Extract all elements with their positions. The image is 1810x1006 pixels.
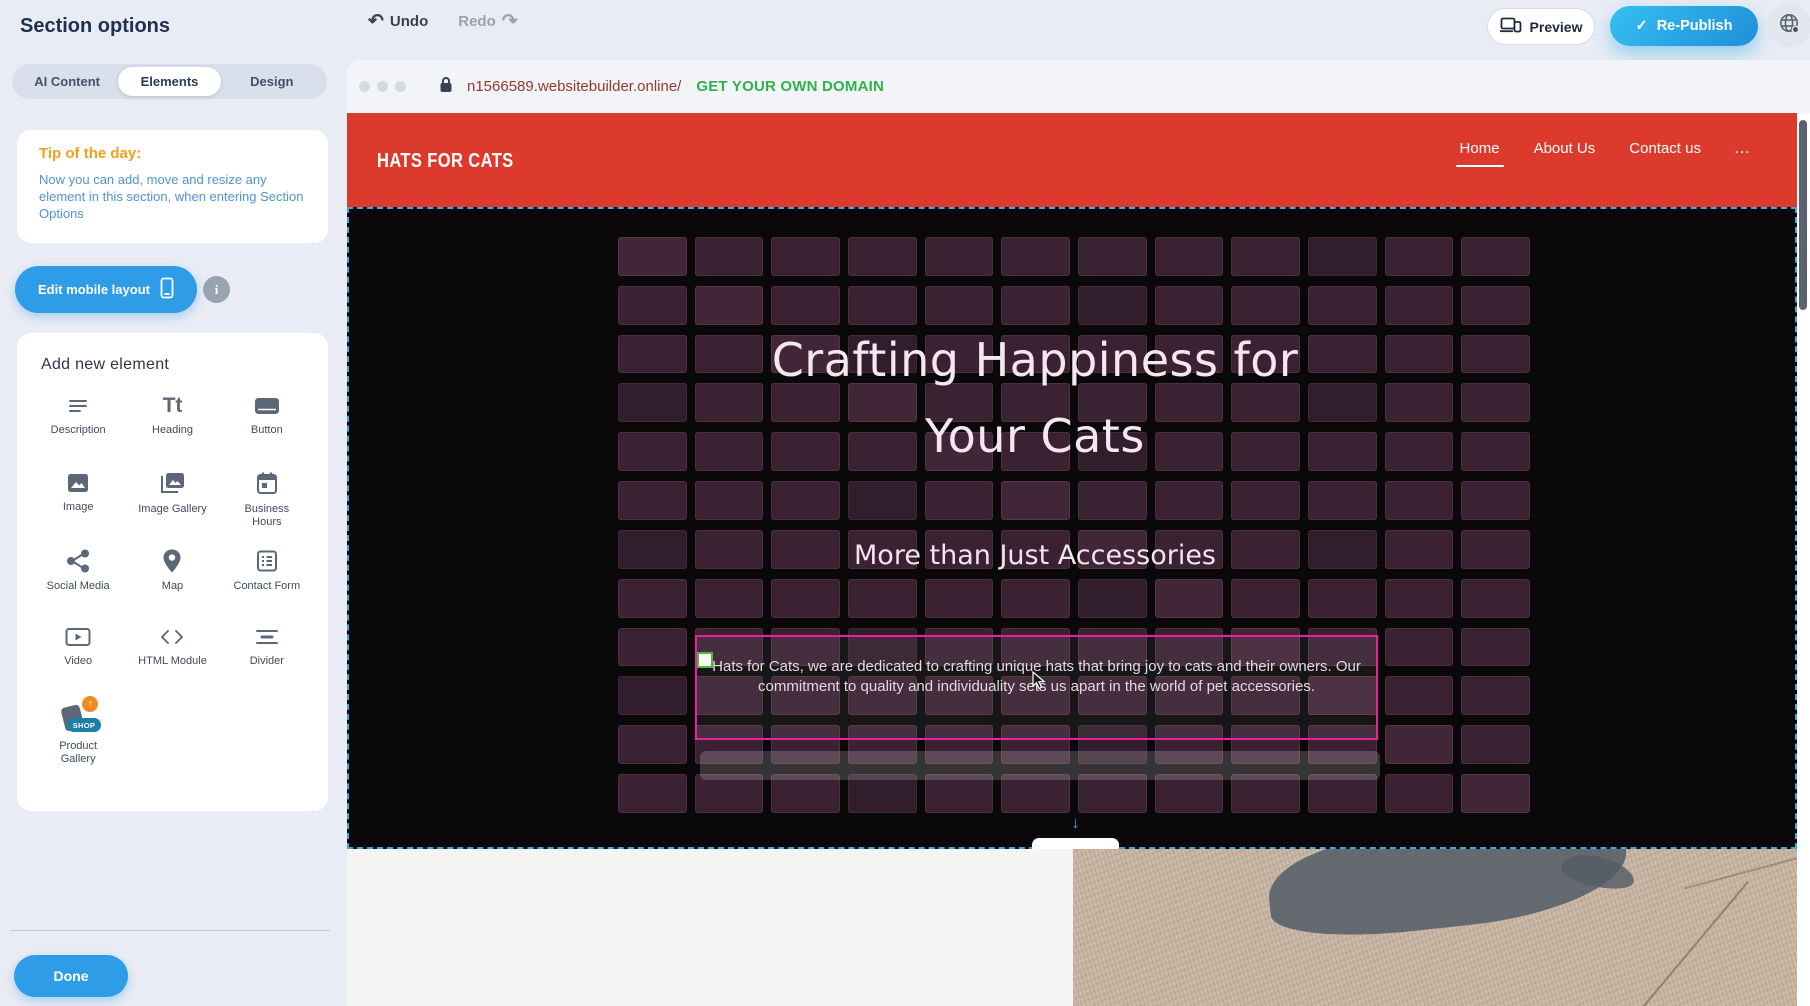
image-icon <box>65 471 91 495</box>
phone-icon <box>160 277 174 302</box>
site-header: HATS FOR CATS Home About Us Contact us .… <box>347 113 1797 207</box>
info-icon[interactable]: i <box>203 276 230 303</box>
browser-chrome-bar: n1566589.websitebuilder.online/ GET YOUR… <box>347 60 1810 113</box>
tip-title: Tip of the day: <box>39 145 306 162</box>
add-element-image[interactable]: Image <box>31 465 125 542</box>
site-nav: Home About Us Contact us ... <box>1460 140 1751 167</box>
redo-button[interactable]: Redo ↷ <box>458 12 517 31</box>
sidebar-tabs: AI Content Elements Design <box>12 64 327 99</box>
social-media-icon <box>65 548 91 574</box>
tab-design[interactable]: Design <box>221 67 323 96</box>
next-section-background <box>347 849 1073 1006</box>
heading-icon: Tt <box>163 394 183 418</box>
app-canvas: Section options ↶ Undo Redo ↷ Preview ✓ … <box>0 0 1810 1006</box>
product-gallery-icon: ↑ SHOP <box>59 702 97 734</box>
tip-of-the-day-card: Tip of the day: Now you can add, move an… <box>17 130 328 243</box>
window-dot <box>359 81 370 92</box>
video-icon <box>64 625 92 649</box>
tip-body: Now you can add, move and resize any ele… <box>39 171 306 222</box>
element-grid: Description Tt Heading Button Image <box>31 388 314 773</box>
section-shrink-arrow-down-icon: ↓ <box>1032 814 1119 831</box>
tab-ai-content[interactable]: AI Content <box>16 67 118 96</box>
add-element-image-gallery[interactable]: Image Gallery <box>125 465 219 542</box>
language-globe-button[interactable] <box>1767 3 1810 47</box>
tab-elements[interactable]: Elements <box>118 67 220 96</box>
nav-home[interactable]: Home <box>1460 140 1500 167</box>
add-element-contact-form[interactable]: Contact Form <box>220 542 314 619</box>
add-element-html-module[interactable]: HTML Module <box>125 619 219 696</box>
nav-about-us[interactable]: About Us <box>1534 140 1596 167</box>
add-element-product-gallery[interactable]: ↑ SHOP Product Gallery <box>31 696 125 773</box>
done-button[interactable]: Done <box>14 955 128 997</box>
preview-scrollbar[interactable] <box>1799 120 1807 310</box>
add-element-heading[interactable]: Tt Heading <box>125 388 219 465</box>
get-your-own-domain-link[interactable]: GET YOUR OWN DOMAIN <box>696 78 884 95</box>
site-url: n1566589.websitebuilder.online/ <box>467 78 681 95</box>
site-logo[interactable]: HATS FOR CATS <box>377 150 514 174</box>
hero-heading[interactable]: Crafting Happiness for Your Cats <box>535 322 1535 474</box>
add-element-business-hours[interactable]: Business Hours <box>220 465 314 542</box>
history-controls: ↶ Undo Redo ↷ <box>368 12 518 31</box>
next-section-image <box>1073 849 1797 1006</box>
add-new-element-panel: Add new element Description Tt Heading B… <box>17 333 328 811</box>
undo-button[interactable]: ↶ Undo <box>368 12 428 31</box>
divider-icon <box>254 625 280 649</box>
page-title: Section options <box>20 15 170 38</box>
sidebar-divider <box>10 930 330 931</box>
lock-icon <box>439 76 453 98</box>
drag-ghost-bar <box>700 751 1380 780</box>
window-dot <box>395 81 406 92</box>
devices-icon <box>1500 17 1522 36</box>
add-element-description[interactable]: Description <box>31 388 125 465</box>
image-gallery-icon <box>158 471 186 497</box>
add-element-video[interactable]: Video <box>31 619 125 696</box>
redo-icon: ↷ <box>502 12 518 31</box>
preview-button[interactable]: Preview <box>1487 8 1595 45</box>
undo-icon: ↶ <box>368 12 384 31</box>
map-pin-icon <box>161 548 183 574</box>
add-element-divider[interactable]: Divider <box>220 619 314 696</box>
globe-icon <box>1778 12 1800 39</box>
contact-form-icon <box>254 548 280 574</box>
code-icon <box>157 625 187 649</box>
mouse-cursor <box>1032 671 1047 691</box>
shop-badge: SHOP <box>67 718 101 732</box>
nav-contact-us[interactable]: Contact us <box>1629 140 1701 167</box>
hero-subheading[interactable]: More than Just Accessories <box>535 540 1535 571</box>
nav-more[interactable]: ... <box>1735 142 1751 166</box>
add-element-button[interactable]: Button <box>220 388 314 465</box>
description-icon <box>65 394 91 418</box>
edit-mobile-layout-button[interactable]: Edit mobile layout <box>15 266 197 313</box>
check-icon: ✓ <box>1636 18 1648 34</box>
add-panel-title: Add new element <box>41 356 314 374</box>
business-hours-icon <box>254 471 280 497</box>
add-element-map[interactable]: Map <box>125 542 219 619</box>
upgrade-arrow-badge: ↑ <box>82 696 98 712</box>
republish-button[interactable]: ✓ Re-Publish <box>1610 6 1758 46</box>
window-dot <box>377 81 388 92</box>
button-icon <box>253 394 281 418</box>
element-resize-handle[interactable] <box>697 652 713 668</box>
add-element-social-media[interactable]: Social Media <box>31 542 125 619</box>
